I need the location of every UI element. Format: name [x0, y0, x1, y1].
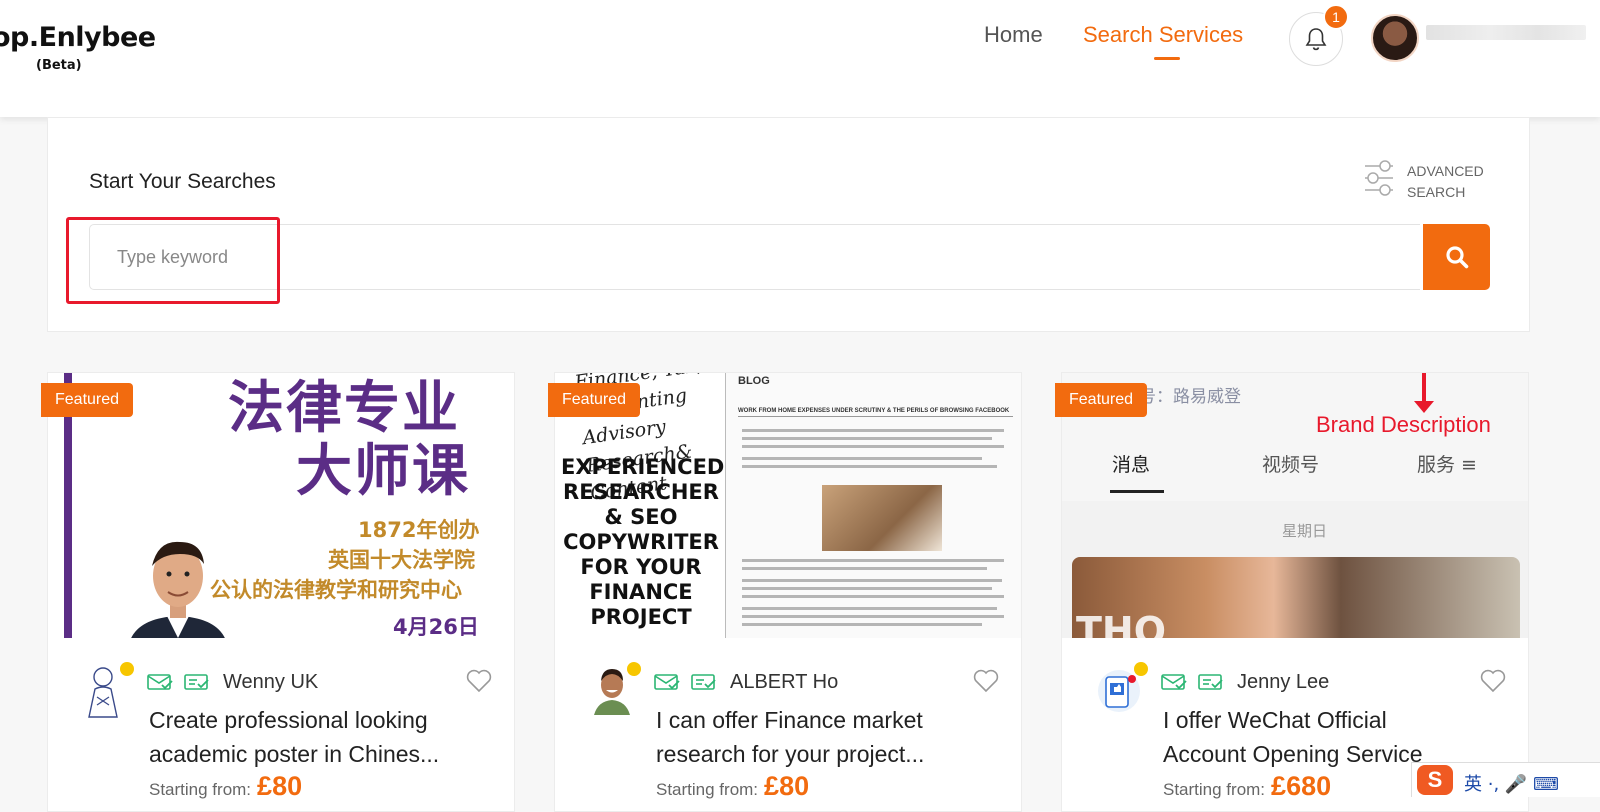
- heart-icon[interactable]: [466, 669, 492, 693]
- price-row: Starting from: £680: [1163, 771, 1331, 802]
- user-name-blurred: [1426, 25, 1586, 40]
- blog-heading: WORK FROM HOME EXPENSES UNDER SCRUTINY &…: [738, 408, 1013, 417]
- poster-text: 英国十大法学院: [328, 548, 475, 572]
- logo-beta-label: (Beta): [36, 58, 82, 73]
- price-row: Starting from: £80: [149, 771, 302, 802]
- screenshot-tab: 服务 ≡: [1417, 454, 1477, 476]
- blog-preview: BLOG WORK FROM HOME EXPENSES UNDER SCRUT…: [725, 373, 1021, 638]
- annotation-highlight-box: [66, 217, 280, 304]
- featured-badge: Featured: [41, 383, 134, 417]
- nav-home-link[interactable]: Home: [984, 22, 1043, 48]
- service-title[interactable]: Create professional looking academic pos…: [149, 703, 479, 771]
- sliders-icon: [1365, 160, 1393, 196]
- blog-photo: [822, 485, 942, 551]
- nav-active-indicator: [1154, 57, 1180, 60]
- ime-logo-icon[interactable]: S: [1417, 765, 1453, 795]
- notification-count-badge: 1: [1323, 4, 1349, 30]
- price-label: Starting from:: [149, 780, 252, 799]
- top-header: op.Enlybee (Beta) Home Search Services 1: [0, 0, 1600, 117]
- price-label: Starting from:: [1163, 780, 1266, 799]
- poster-text: & SEO: [604, 505, 678, 529]
- service-card[interactable]: 11 视频号：路易威登 Brand Description 消息 视频号 服务 …: [1061, 372, 1529, 812]
- screenshot-tab: 视频号: [1262, 454, 1320, 476]
- user-avatar[interactable]: [1371, 14, 1419, 62]
- nav-search-services-link[interactable]: Search Services: [1083, 22, 1243, 48]
- email-verified-icon: [654, 674, 680, 690]
- id-verified-icon: [1198, 674, 1223, 690]
- heart-icon[interactable]: [1480, 669, 1506, 693]
- poster-text: FOR YOUR: [580, 555, 702, 579]
- screenshot-text: THO: [1076, 609, 1167, 638]
- online-status-dot: [1134, 662, 1148, 676]
- seller-name[interactable]: ALBERT Ho: [730, 671, 838, 694]
- site-logo[interactable]: op.Enlybee: [0, 22, 156, 53]
- id-verified-icon: [184, 674, 209, 690]
- online-status-dot: [120, 662, 134, 676]
- keyword-search-input[interactable]: [90, 225, 1420, 289]
- poster-text: PROJECT: [590, 605, 692, 629]
- search-submit-button[interactable]: [1423, 224, 1490, 290]
- search-section-title: Start Your Searches: [89, 170, 276, 193]
- poster-text: RESEARCHER: [563, 480, 719, 504]
- annotation-text: Brand Description: [1316, 412, 1491, 437]
- service-card[interactable]: Finance, Tax, Accounting Advisory Resear…: [554, 372, 1022, 812]
- id-verified-icon: [691, 674, 716, 690]
- email-verified-icon: [1161, 674, 1187, 690]
- poster-text: 1872年创办: [358, 518, 480, 542]
- screenshot-text: 星期日: [1282, 522, 1328, 540]
- service-title[interactable]: I offer WeChat Official Account Opening …: [1163, 703, 1493, 771]
- online-status-dot: [627, 662, 641, 676]
- price-row: Starting from: £80: [656, 771, 809, 802]
- poster-text: 大师课: [296, 439, 470, 504]
- ime-status[interactable]: 英 ·, 🎤 ⌨: [1464, 770, 1559, 796]
- advanced-search-label-2: SEARCH: [1407, 184, 1466, 200]
- seller-name[interactable]: Jenny Lee: [1237, 671, 1329, 694]
- price-label: Starting from:: [656, 780, 759, 799]
- email-verified-icon: [147, 674, 173, 690]
- search-icon: [1445, 246, 1468, 269]
- service-title[interactable]: I can offer Finance market research for …: [656, 703, 986, 771]
- blog-label: BLOG: [738, 375, 770, 387]
- advanced-search-label-1: ADVANCED: [1407, 163, 1484, 179]
- poster-text: FINANCE: [589, 580, 693, 604]
- search-input-wrapper: [89, 224, 1420, 290]
- poster-text: EXPERIENCED: [561, 455, 725, 479]
- service-card[interactable]: 法律专业 大师课 1872年创办 英国十大法学院 公认的法律教学和研究中心 4月…: [47, 372, 515, 812]
- featured-badge: Featured: [548, 383, 641, 417]
- bell-icon: [1305, 28, 1327, 51]
- person-photo: [131, 541, 225, 638]
- poster-text: 公认的法律教学和研究中心: [210, 578, 462, 602]
- advanced-search-button[interactable]: ADVANCED SEARCH: [1363, 160, 1503, 210]
- heart-icon[interactable]: [973, 669, 999, 693]
- featured-badge: Featured: [1055, 383, 1148, 417]
- seller-name[interactable]: Wenny UK: [223, 671, 318, 694]
- ime-toolbar[interactable]: S 英 ·, 🎤 ⌨: [1411, 762, 1600, 797]
- poster-text: COPYWRITER: [563, 530, 719, 554]
- poster-text: 4月26日: [393, 615, 479, 638]
- screenshot-tab: 消息: [1112, 454, 1151, 476]
